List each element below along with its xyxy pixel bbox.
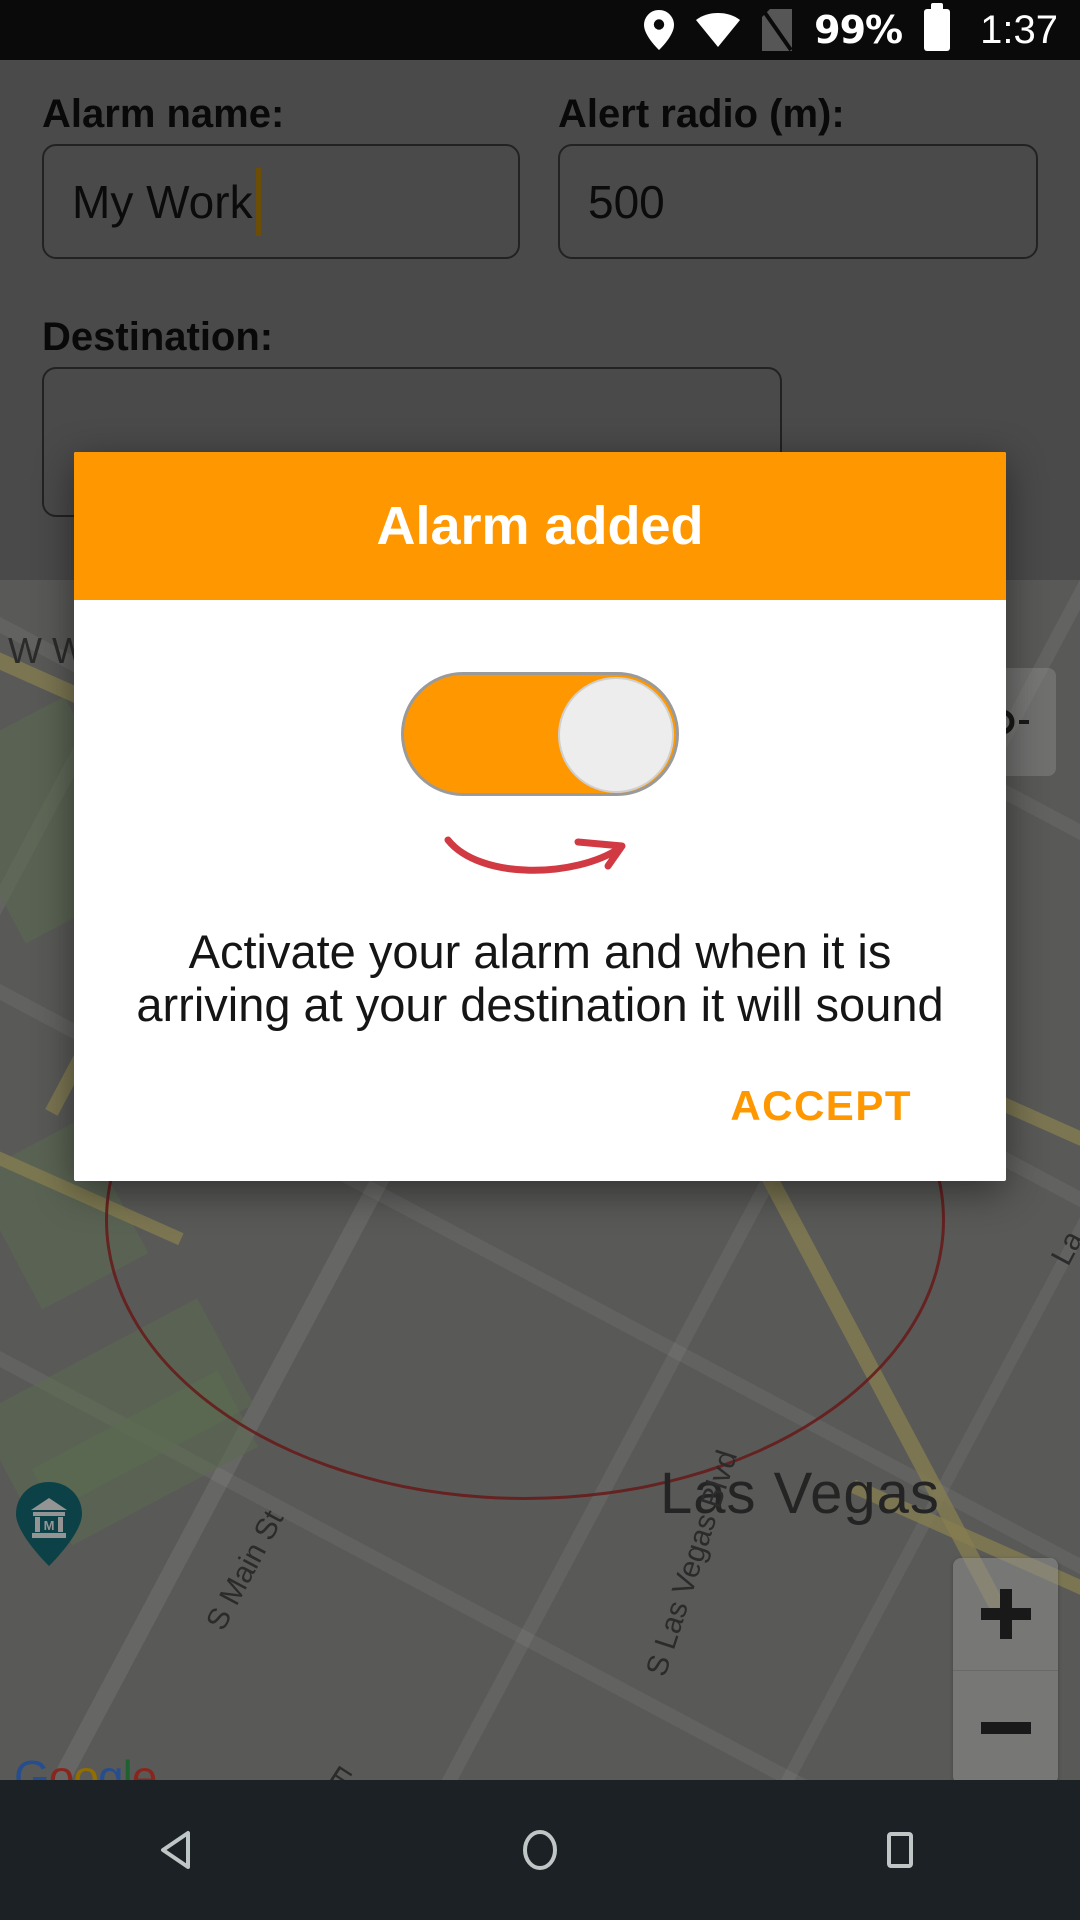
status-bar: 99% 1:37: [0, 0, 1080, 60]
navigation-bar: [0, 1780, 1080, 1920]
recents-nav-icon: [887, 1832, 913, 1868]
battery-full-icon: [924, 3, 951, 51]
home-nav-icon: [523, 1830, 557, 1870]
dialog-actions: ACCEPT: [110, 1031, 970, 1181]
location-pin-icon: [644, 10, 675, 50]
alarm-toggle-illustration: [401, 672, 679, 796]
dialog-body: Activate your alarm and when it is arriv…: [74, 600, 1006, 1181]
clock-time: 1:37: [980, 7, 1058, 52]
phone-screen: M Las Vegas S Main St E Clark Ave S Las …: [0, 0, 1080, 1920]
curved-arrow-right-icon: [444, 836, 626, 874]
dialog-message: Activate your alarm and when it is arriv…: [136, 925, 944, 1031]
toggle-knob: [558, 677, 674, 793]
accept-button[interactable]: ACCEPT: [730, 1082, 912, 1130]
dialog-header: Alarm added: [74, 452, 1006, 600]
dialog-title: Alarm added: [376, 496, 704, 556]
home-nav-button[interactable]: [360, 1827, 720, 1873]
back-nav-button[interactable]: [0, 1827, 360, 1873]
battery-percent: 99%: [814, 8, 903, 52]
wifi-icon: [696, 13, 741, 47]
alarm-added-dialog: Alarm added Activate your alarm and when…: [74, 452, 1006, 1182]
recents-nav-button[interactable]: [720, 1827, 1080, 1873]
no-sim-icon: [762, 9, 793, 51]
toggle-illustration-wrap: [110, 672, 970, 796]
arrow-illustration-wrap: [110, 822, 970, 882]
back-nav-icon: [161, 1831, 190, 1869]
